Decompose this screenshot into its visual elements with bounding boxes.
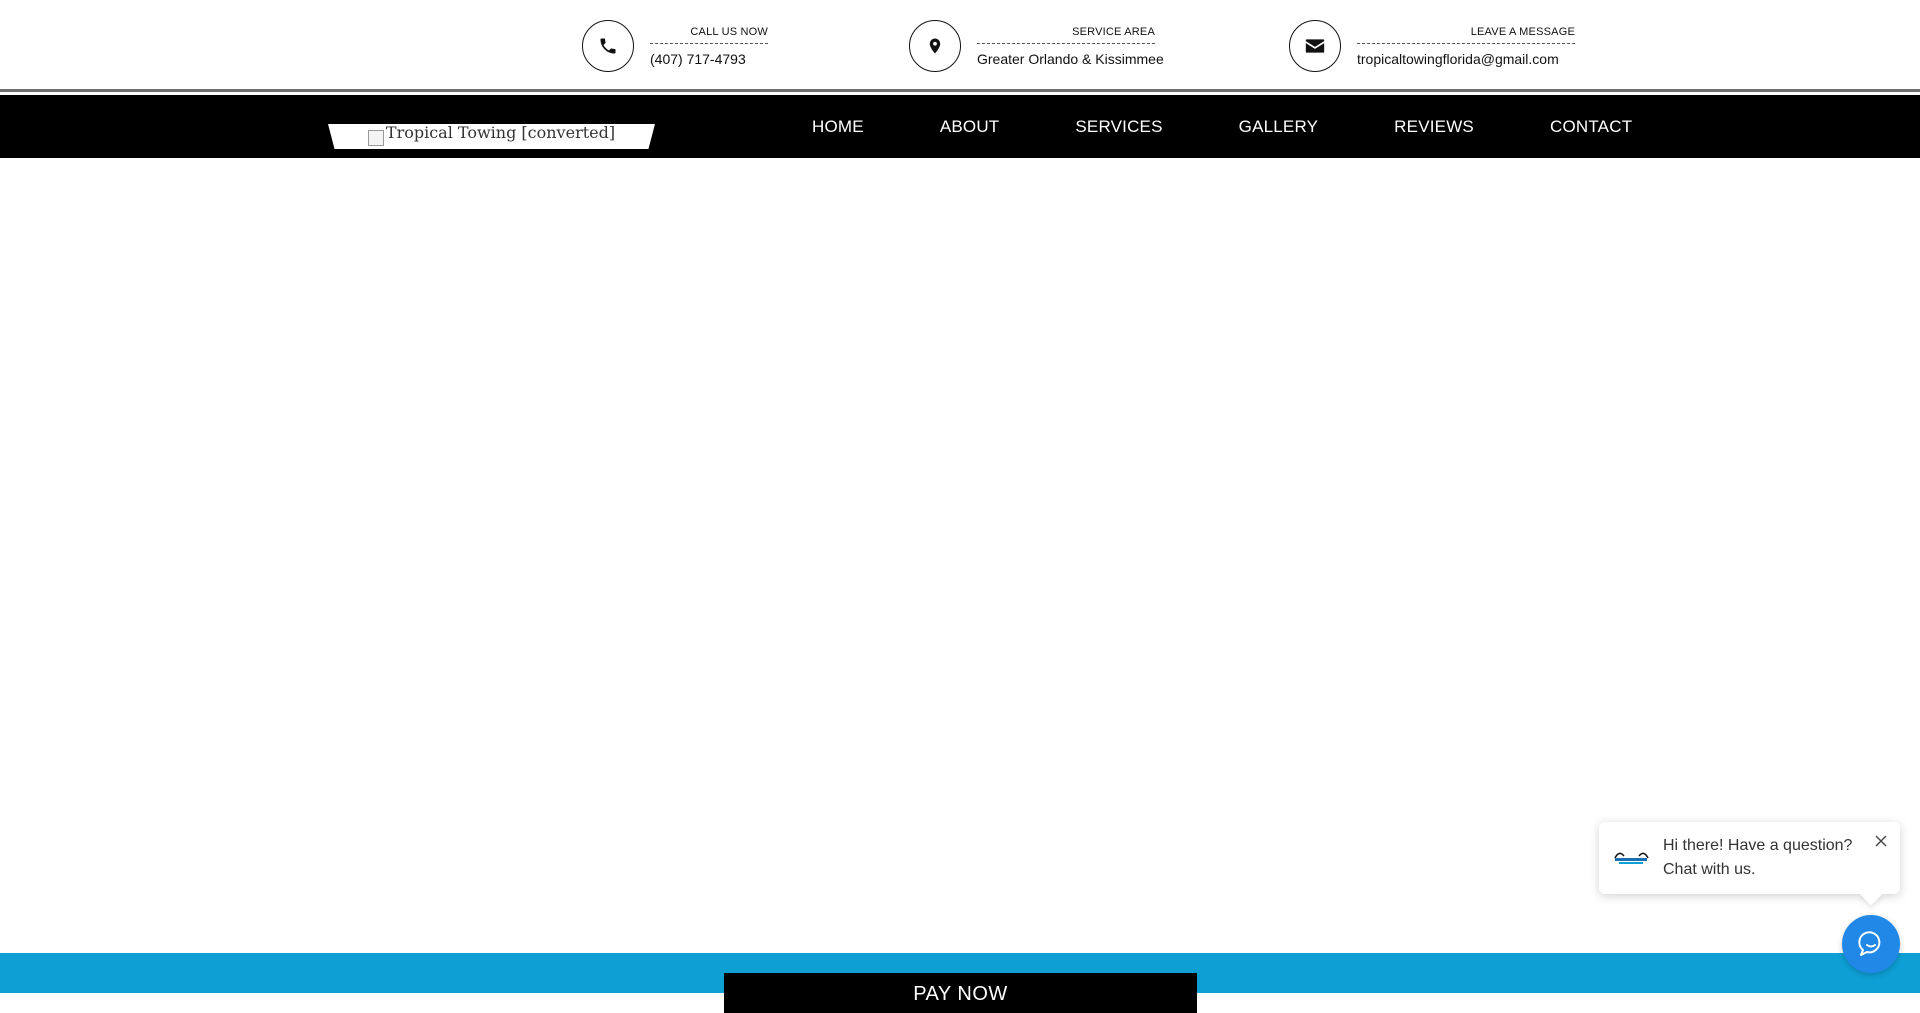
chat-avatar-logo	[1611, 848, 1651, 868]
chat-popup[interactable]: Hi there! Have a question? Chat with us.	[1599, 822, 1900, 894]
broken-image-icon	[367, 129, 384, 146]
primary-nav: HOME ABOUT SERVICES GALLERY REVIEWS CONT…	[812, 95, 1632, 158]
email-address[interactable]: tropicaltowingflorida@gmail.com	[1357, 51, 1575, 67]
chat-launcher-button[interactable]	[1842, 915, 1900, 973]
nav-reviews[interactable]: REVIEWS	[1394, 117, 1474, 137]
site-logo[interactable]: Tropical Towing [converted]	[328, 124, 655, 149]
service-area-value: Greater Orlando & Kissimmee	[977, 50, 1164, 67]
nav-services[interactable]: SERVICES	[1075, 117, 1162, 137]
top-contact-bar: CALL US NOW (407) 717-4793 SERVICE AREA …	[0, 0, 1920, 92]
logo-alt-text: Tropical Towing [converted]	[385, 123, 616, 142]
nav-contact[interactable]: CONTACT	[1550, 117, 1632, 137]
chat-prompt: Chat with us.	[1663, 861, 1756, 878]
chat-bubble-icon	[1858, 931, 1881, 956]
footer-band: PAY NOW	[0, 953, 1920, 1013]
phone-number[interactable]: (407) 717-4793	[650, 51, 768, 67]
envelope-icon	[1289, 20, 1341, 72]
call-us-label: CALL US NOW	[650, 26, 768, 44]
service-area-contact: SERVICE AREA Greater Orlando & Kissimmee	[909, 20, 1164, 72]
pay-now-button[interactable]: PAY NOW	[724, 973, 1197, 1013]
close-icon[interactable]	[1874, 834, 1888, 848]
call-us-contact[interactable]: CALL US NOW (407) 717-4793	[582, 20, 782, 72]
phone-icon	[582, 20, 634, 72]
nav-home[interactable]: HOME	[812, 117, 864, 137]
nav-gallery[interactable]: GALLERY	[1239, 117, 1319, 137]
nav-about[interactable]: ABOUT	[940, 117, 1000, 137]
service-area-label: SERVICE AREA	[977, 26, 1155, 44]
chat-greeting: Hi there! Have a question?	[1663, 837, 1853, 854]
main-navbar: Tropical Towing [converted] HOME ABOUT S…	[0, 95, 1920, 158]
leave-message-label: LEAVE A MESSAGE	[1357, 26, 1575, 44]
leave-message-contact[interactable]: LEAVE A MESSAGE tropicaltowingflorida@gm…	[1289, 20, 1579, 72]
map-pin-icon	[909, 20, 961, 72]
